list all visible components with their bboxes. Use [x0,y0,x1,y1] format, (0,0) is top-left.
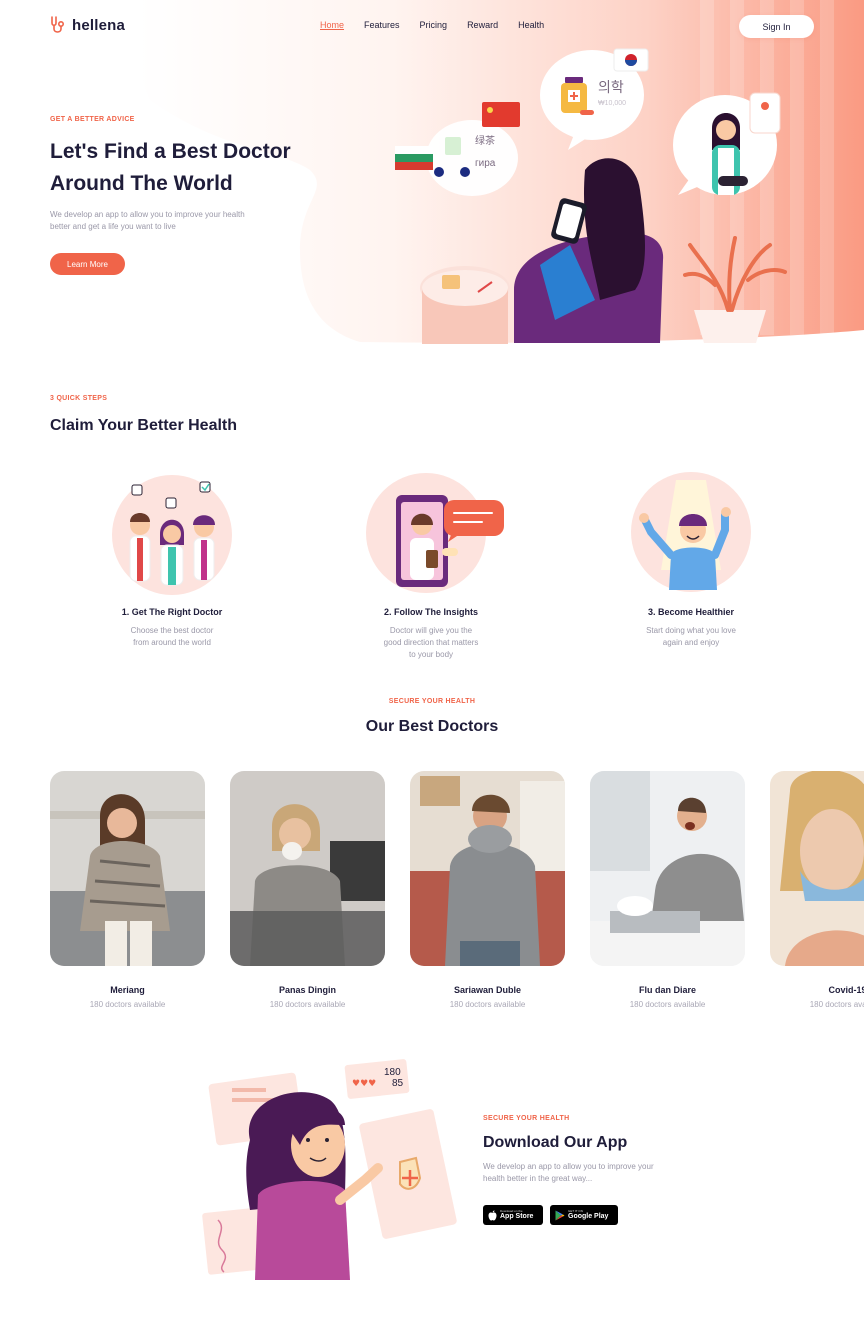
google-play-icon [555,1210,565,1220]
chinese-word: 绿茶 [475,136,495,147]
doctor-card[interactable]: Meriang 180 doctors available [50,771,205,1009]
step-description: Choose the best doctor from around the w… [130,626,214,647]
steps-eyebrow: 3 QUICK STEPS [50,395,108,402]
google-play-label: Google Play [568,1213,609,1220]
card-count: 180 doctors available [809,1000,864,1009]
card-photo-meriang[interactable] [50,771,205,966]
learn-more-button[interactable]: Learn More [50,253,125,275]
logo[interactable]: hellena [50,16,125,34]
card-photo-sariawan-duble[interactable] [410,771,565,966]
card-name: Panas Dingin [278,985,336,995]
app-eyebrow: SECURE YOUR HEALTH [483,1115,570,1122]
heart-readout-bottom: 85 [392,1078,404,1089]
hero-eyebrow: GET A BETTER ADVICE [50,116,135,123]
hero-illustration [395,48,787,344]
doctor-card[interactable]: Covid-19 180 doctors available [770,771,864,1009]
card-count: 180 doctors available [449,1000,526,1009]
step-description: Doctor will give you the good direction … [383,626,479,659]
happy-person-icon [631,472,751,592]
doctor-card[interactable]: Panas Dingin 180 doctors available [230,771,385,1009]
card-count: 180 doctors available [89,1000,166,1009]
app-illustration: ♥♥♥ [202,1059,457,1280]
korean-word: 의학 [598,79,624,95]
google-play-button[interactable]: GET IT ON Google Play [550,1205,618,1225]
svg-text:♥♥♥: ♥♥♥ [352,1079,376,1089]
main-nav: Home Features Pricing Reward Health [320,20,544,30]
sign-in-button[interactable]: Sign In [739,15,814,38]
card-count: 180 doctors available [629,1000,706,1009]
step-card-1: 1. Get The Right Doctor Choose the best … [72,470,272,649]
stethoscope-icon [51,16,65,33]
brand-name: hellena [72,16,126,34]
app-description: We develop an app to allow you to improv… [483,1162,654,1183]
card-photo-panas-dingin[interactable] [230,771,385,966]
doctor-card-clip: Covid-19 180 doctors available [770,771,864,1011]
doctors-team-icon [112,475,232,595]
hero-title: Let's Find a Best Doctor Around The Worl… [50,140,291,195]
card-photo-covid-19[interactable] [770,771,864,966]
card-photo-flu-dan-diare[interactable] [590,771,745,966]
nav-reward[interactable]: Reward [467,20,498,30]
nav-features[interactable]: Features [364,20,400,30]
doctor-card[interactable]: Sariawan Duble 180 doctors available [410,771,565,1009]
app-store-label: App Store [500,1213,534,1220]
step-title: 1. Get The Right Doctor [121,607,223,617]
card-name: Flu dan Diare [638,985,696,995]
doctors-title: Our Best Doctors [365,718,499,735]
doctors-eyebrow: SECURE YOUR HEALTH [388,698,476,705]
video-consult-icon [366,473,504,593]
card-name: Meriang [110,985,145,995]
russian-word: гира [475,158,496,169]
step-card-3: 3. Become Healthier Start doing what you… [591,470,791,649]
card-name: Sariawan Duble [453,985,522,995]
nav-pricing[interactable]: Pricing [420,20,448,30]
apple-icon [488,1209,497,1220]
step-title: 2. Follow The Insights [383,607,478,617]
step-title: 3. Become Healthier [647,607,735,617]
steps-title: Claim Your Better Health [50,417,238,434]
nav-health[interactable]: Health [518,20,544,30]
card-name: Covid-19 [828,985,864,995]
heart-readout-top: 180 [384,1067,401,1078]
app-title: Download Our App [483,1134,628,1151]
app-store-button[interactable]: Download on the App Store [483,1205,543,1225]
nav-home[interactable]: Home [320,20,344,30]
hero-description: We develop an app to allow you to improv… [50,210,245,231]
card-count: 180 doctors available [269,1000,346,1009]
doctor-card[interactable]: Flu dan Diare 180 doctors available [590,771,745,1009]
korean-price: ₩10,000 [598,100,627,107]
step-description: Start doing what you love again and enjo… [646,626,736,647]
step-card-2: 2. Follow The Insights Doctor will give … [331,470,531,661]
